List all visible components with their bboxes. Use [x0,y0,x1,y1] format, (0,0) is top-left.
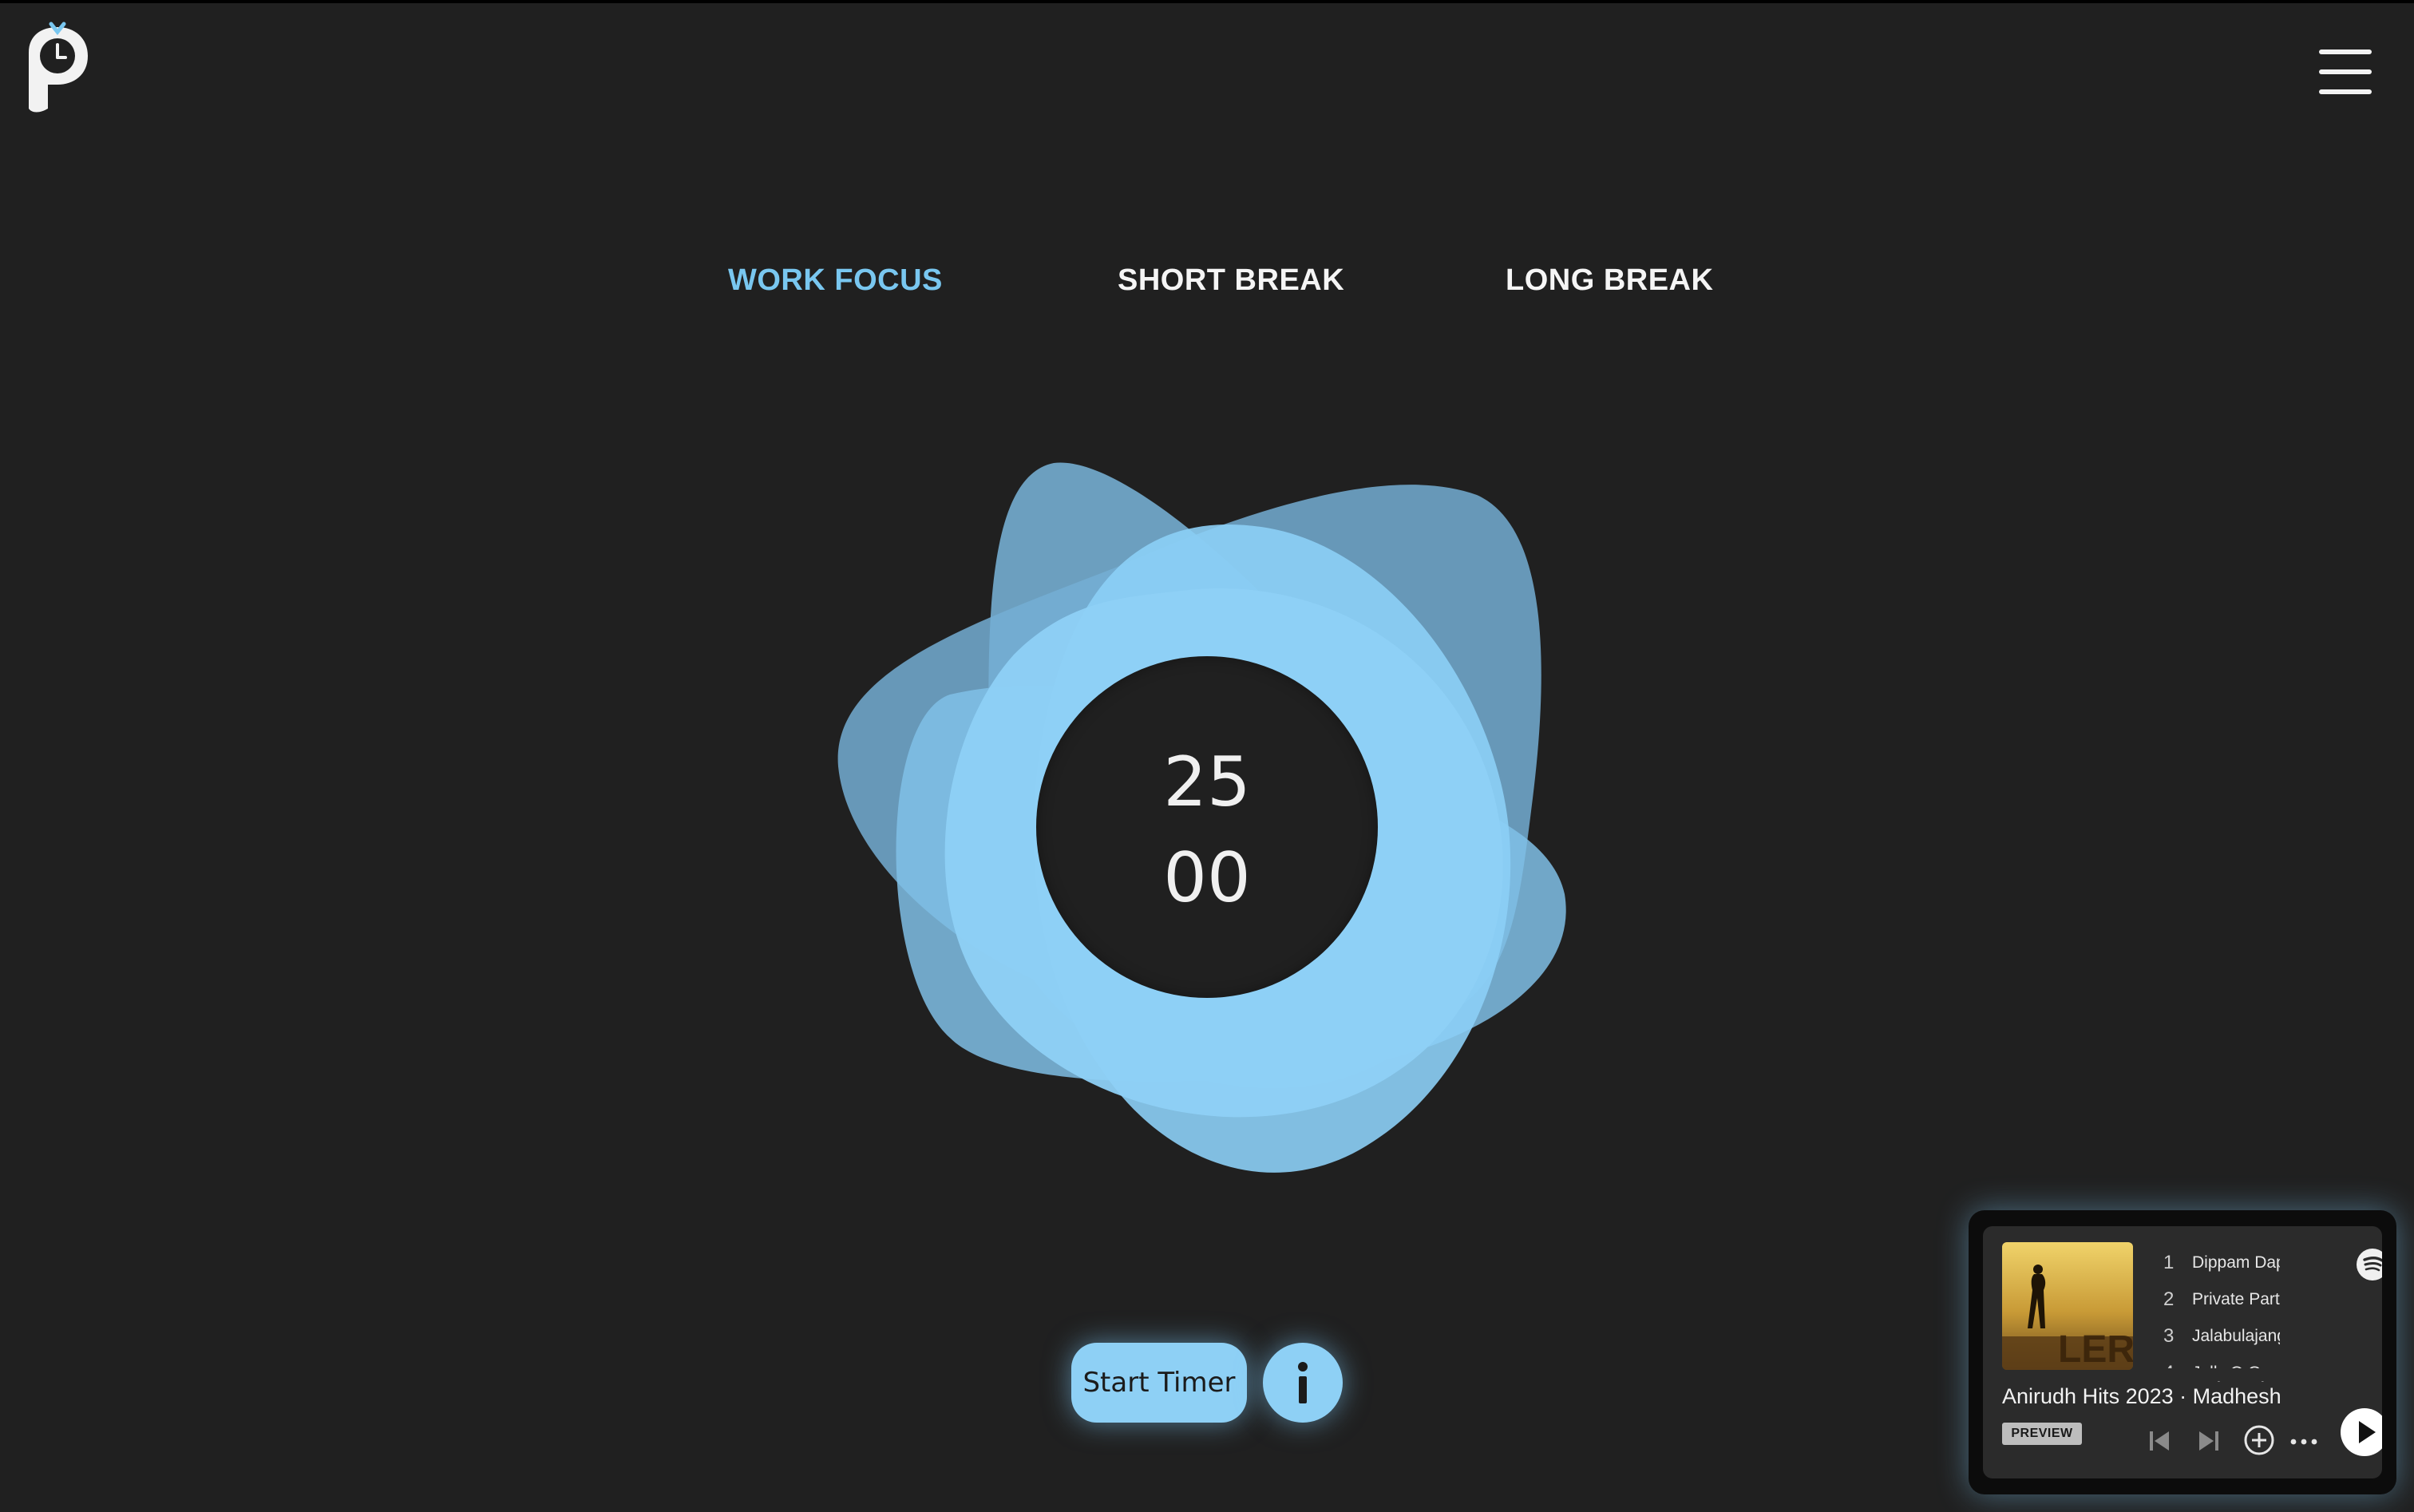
timer-seconds: 00 [1163,838,1251,918]
spotify-embed: LER 1 Dippam Dappam 2 Private Party 3 Ja… [1983,1226,2382,1478]
skip-next-icon[interactable] [2197,1429,2221,1457]
track-item[interactable]: 1 Dippam Dappam [2163,1249,2299,1280]
tab-short-break[interactable]: SHORT BREAK [1118,263,1344,298]
start-timer-button[interactable]: Start Timer [1071,1343,1247,1423]
more-options-icon[interactable] [2289,1435,2318,1450]
add-icon[interactable] [2243,1424,2275,1460]
playlist-title[interactable]: Anirudh Hits 2023 · Madhesh [2002,1384,2291,1409]
top-border [0,0,2414,3]
track-item[interactable]: 2 Private Party [2163,1285,2299,1317]
timer-minutes: 25 [1163,742,1251,822]
skip-previous-icon[interactable] [2147,1429,2171,1457]
spotify-player: LER 1 Dippam Dappam 2 Private Party 3 Ja… [1969,1210,2396,1494]
album-cover[interactable]: LER [2002,1242,2133,1370]
mode-tabs: WORK FOCUS SHORT BREAK LONG BREAK [0,263,2414,311]
tab-work-focus[interactable]: WORK FOCUS [728,263,943,298]
play-icon[interactable] [2341,1408,2382,1456]
tracklist-fade [2163,1368,2299,1381]
info-icon [1298,1362,1308,1403]
preview-badge: PREVIEW [2002,1423,2082,1445]
info-button[interactable] [1263,1343,1343,1423]
track-item[interactable]: 3 Jalabulajangu [2163,1322,2299,1354]
hamburger-menu-icon[interactable] [2319,49,2372,94]
svg-text:LER: LER [2058,1328,2133,1370]
app-logo-icon[interactable] [24,21,93,117]
spotify-icon[interactable] [2357,1249,2382,1280]
timer-display: 25 00 [1036,656,1378,998]
tab-long-break[interactable]: LONG BREAK [1506,263,1713,298]
